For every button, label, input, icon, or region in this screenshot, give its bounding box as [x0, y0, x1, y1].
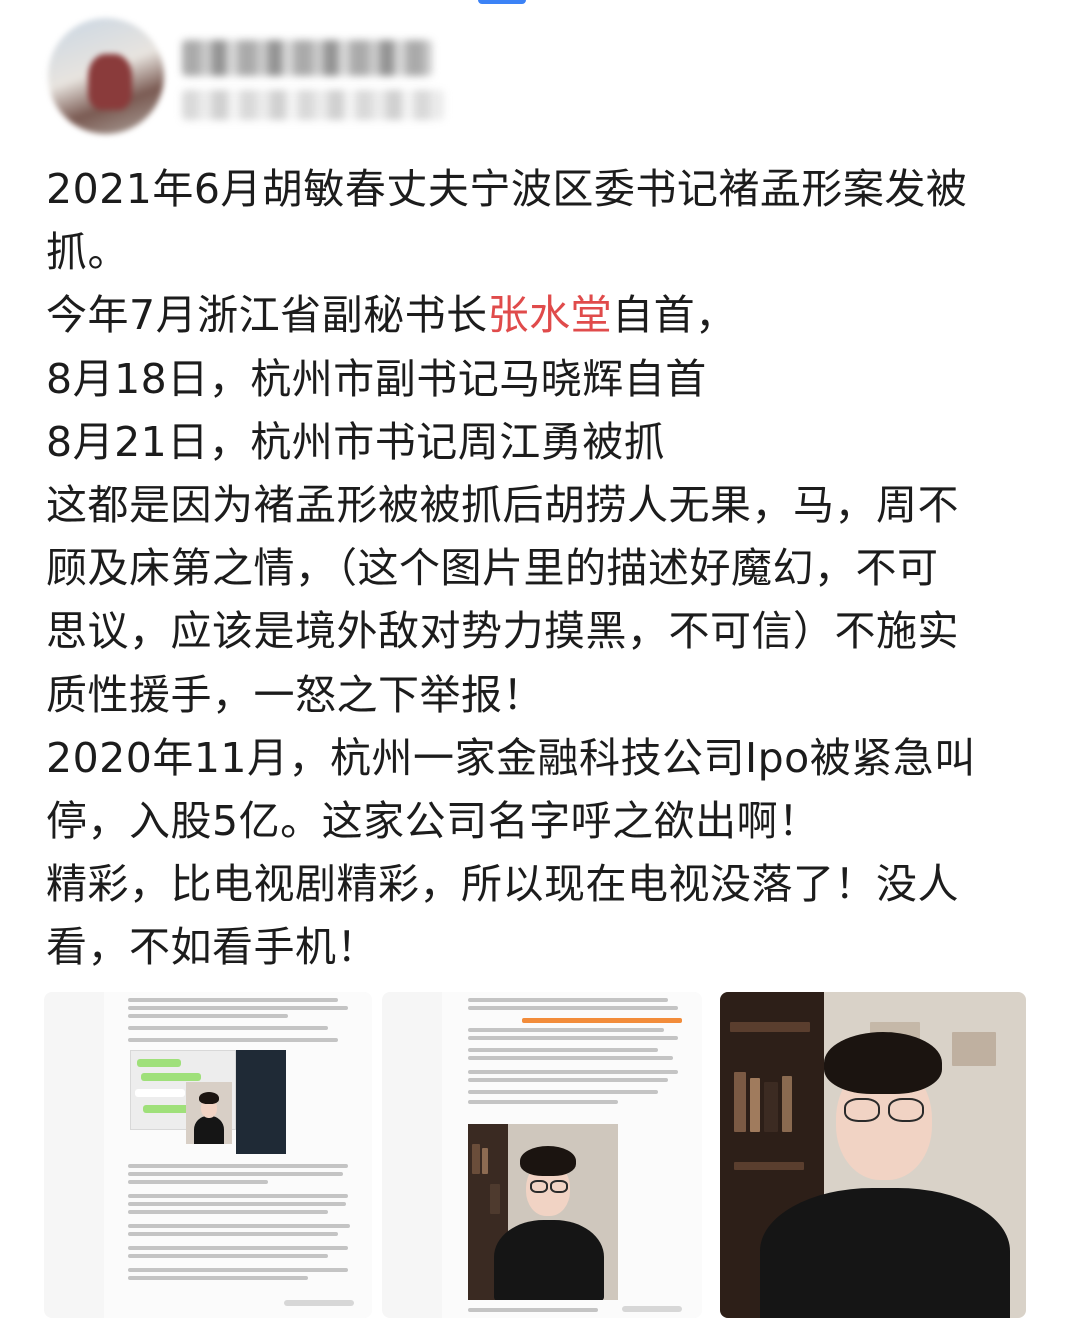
username-blurred[interactable]: [182, 40, 432, 76]
small-portrait: [186, 1082, 232, 1144]
post-header: [48, 18, 468, 138]
article-screenshot: [104, 992, 372, 1318]
image-grid: [44, 992, 1034, 1318]
post-body: 2021年6月胡敏春丈夫宁波区委书记褚孟形案发被 抓。 今年7月浙江省副秘书长张…: [46, 158, 1046, 979]
image-thumbnail-1[interactable]: [44, 992, 372, 1318]
image-thumbnail-2[interactable]: [382, 992, 702, 1318]
phone-screenshot: [236, 1050, 286, 1154]
article-portrait: [468, 1124, 618, 1300]
post-line: 8月21日，杭州市书记周江勇被抓: [46, 417, 666, 466]
post-line-suffix: 自首，: [612, 291, 737, 340]
portrait-photo: [720, 992, 1026, 1318]
image-thumbnail-3[interactable]: [720, 992, 1026, 1318]
post-line-prefix: 今年7月浙江省副秘书长: [46, 291, 488, 340]
post-line: 精彩，比电视剧精彩，所以现在电视没落了！没人: [46, 860, 959, 909]
post-line: 看，不如看手机！: [46, 923, 378, 972]
post-line: 顾及床第之情，（这个图片里的描述好魔幻，不可: [46, 544, 939, 593]
post-line: 2020年11月，杭州一家金融科技公司Ipo被紧急叫: [46, 733, 976, 782]
article-screenshot: [442, 992, 702, 1318]
highlighted-name-link[interactable]: 张水堂: [488, 291, 613, 339]
post-line: 8月18日，杭州市副书记马晓辉自首: [46, 354, 707, 403]
post-meta-blurred: [182, 90, 444, 120]
post-line: 2021年6月胡敏春丈夫宁波区委书记褚孟形案发被: [46, 165, 968, 213]
post-line: 这都是因为褚孟形被被抓后胡捞人无果，马，周不: [46, 480, 959, 529]
post-line: 质性援手，一怒之下举报！: [46, 670, 544, 719]
post-line: 停，入股5亿。这家公司名字呼之欲出啊！: [46, 796, 820, 845]
post-line: 思议，应该是境外敌对势力摸黑，不可信）不施实: [46, 607, 959, 656]
top-indicator: [478, 0, 526, 4]
post-line-with-name: 今年7月浙江省副秘书长张水堂自首，: [46, 284, 1046, 347]
post-line: 抓。: [46, 228, 129, 277]
avatar[interactable]: [48, 18, 164, 134]
